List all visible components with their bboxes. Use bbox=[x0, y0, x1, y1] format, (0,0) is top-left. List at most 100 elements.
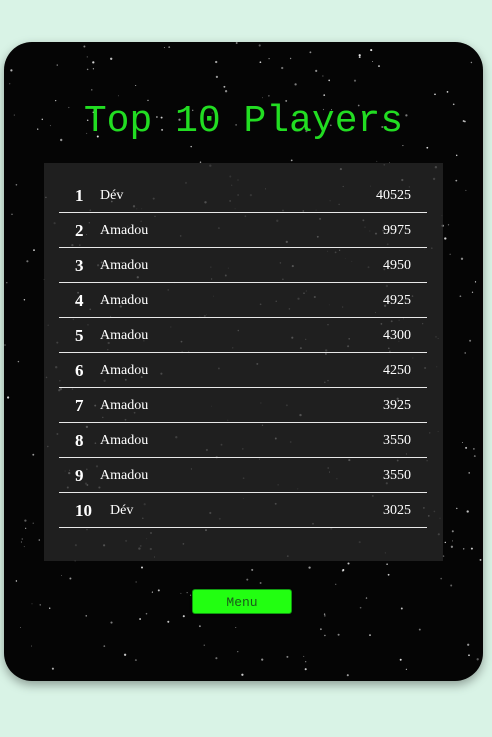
star bbox=[32, 453, 35, 456]
star bbox=[235, 42, 238, 44]
star bbox=[315, 69, 318, 72]
player-name: Amadou bbox=[100, 468, 149, 483]
star bbox=[86, 56, 88, 58]
star bbox=[308, 566, 311, 569]
star bbox=[268, 95, 270, 97]
rank-number: 3 bbox=[75, 256, 84, 275]
star bbox=[110, 621, 113, 624]
star bbox=[418, 628, 421, 631]
star bbox=[26, 260, 29, 263]
player-name: Amadou bbox=[100, 433, 149, 448]
star bbox=[328, 79, 331, 82]
star bbox=[262, 97, 264, 99]
star bbox=[400, 607, 403, 610]
star bbox=[24, 519, 27, 522]
star bbox=[32, 522, 34, 524]
star bbox=[9, 83, 11, 85]
star bbox=[473, 448, 475, 450]
star bbox=[335, 583, 337, 585]
star bbox=[215, 60, 218, 64]
star bbox=[49, 607, 51, 609]
player-name: Amadou bbox=[100, 398, 149, 413]
star bbox=[479, 558, 482, 561]
star bbox=[434, 93, 436, 96]
star bbox=[369, 634, 371, 636]
star bbox=[190, 594, 192, 596]
star bbox=[33, 249, 35, 252]
star bbox=[309, 51, 312, 54]
page-title: Top 10 Players bbox=[83, 100, 404, 143]
star bbox=[465, 446, 468, 449]
star bbox=[402, 145, 404, 147]
star bbox=[353, 79, 357, 82]
leaderboard-row: 10 Dév 3025 bbox=[59, 493, 427, 528]
star bbox=[6, 396, 10, 399]
star bbox=[290, 159, 293, 162]
star bbox=[451, 530, 454, 533]
star bbox=[31, 603, 33, 605]
star bbox=[83, 45, 86, 48]
star bbox=[25, 527, 27, 529]
star bbox=[444, 237, 447, 240]
star bbox=[11, 213, 13, 215]
star bbox=[19, 627, 21, 629]
star bbox=[139, 618, 142, 620]
player-name: Amadou bbox=[100, 293, 149, 308]
star bbox=[447, 224, 450, 226]
star bbox=[289, 57, 292, 60]
leaderboard-row: 6 Amadou 4250 bbox=[59, 353, 427, 388]
star bbox=[342, 568, 345, 572]
star bbox=[386, 563, 388, 565]
star bbox=[123, 653, 127, 656]
star bbox=[261, 658, 264, 661]
star bbox=[134, 659, 137, 662]
rank-number: 9 bbox=[75, 466, 84, 485]
star bbox=[467, 643, 470, 646]
leaderboard-row: 5 Amadou 4300 bbox=[59, 318, 427, 353]
star bbox=[23, 546, 25, 548]
star bbox=[215, 657, 218, 660]
star bbox=[198, 625, 201, 628]
star bbox=[459, 295, 462, 298]
leaderboard-row: 8 Amadou 3550 bbox=[59, 423, 427, 458]
star bbox=[241, 673, 244, 676]
star bbox=[141, 566, 143, 569]
star bbox=[322, 75, 324, 77]
star bbox=[56, 64, 58, 66]
leaderboard-row: 9 Amadou 3550 bbox=[59, 458, 427, 493]
star bbox=[473, 455, 476, 458]
star bbox=[246, 578, 249, 581]
leaderboard-row: 2 Amadou 9975 bbox=[59, 213, 427, 248]
player-score: 40525 bbox=[376, 188, 411, 203]
star bbox=[223, 85, 226, 88]
star bbox=[378, 65, 380, 68]
star bbox=[224, 90, 228, 93]
star bbox=[464, 352, 466, 354]
player-score: 3025 bbox=[383, 503, 411, 518]
star bbox=[163, 47, 165, 49]
player-name: Amadou bbox=[100, 258, 149, 273]
rank-number: 5 bbox=[75, 326, 84, 345]
star bbox=[258, 44, 261, 47]
star bbox=[91, 89, 93, 91]
star bbox=[235, 626, 237, 628]
star bbox=[399, 658, 402, 661]
leaderboard-row: 4 Amadou 4925 bbox=[59, 283, 427, 318]
star bbox=[359, 606, 362, 609]
star bbox=[323, 613, 326, 615]
star bbox=[426, 146, 429, 149]
star bbox=[358, 56, 361, 59]
star bbox=[281, 66, 284, 70]
star bbox=[157, 589, 160, 592]
player-score: 4925 bbox=[383, 293, 411, 308]
menu-button[interactable]: Menu bbox=[192, 589, 292, 614]
star bbox=[135, 84, 137, 87]
star bbox=[468, 472, 470, 474]
star bbox=[294, 83, 297, 86]
star bbox=[168, 46, 171, 48]
star bbox=[337, 633, 340, 636]
star bbox=[323, 94, 326, 96]
star bbox=[15, 580, 18, 582]
star bbox=[182, 615, 185, 618]
player-score: 9975 bbox=[383, 223, 411, 238]
